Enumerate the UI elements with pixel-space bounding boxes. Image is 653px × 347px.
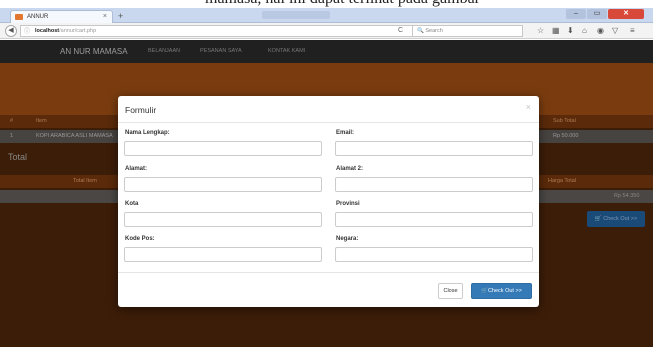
url-path: /annur/cart.php <box>59 28 97 34</box>
favicon-icon <box>15 14 23 20</box>
modal-header: Formulir × <box>118 96 539 123</box>
search-placeholder: Search <box>425 28 443 34</box>
sync-icon[interactable]: ◉ <box>597 23 604 39</box>
check-out-label: Check Out >> <box>487 288 522 294</box>
row-item: KOPI ARABICA ASLI MAMASA <box>36 133 113 139</box>
page-viewport: AN NUR MAMASA BELANJAAN PESANAN SAYA KON… <box>0 40 653 347</box>
download-icon[interactable]: ⬇ <box>567 23 574 39</box>
label-alamat: Alamat: <box>125 166 148 172</box>
grand-total-label: Harga Total <box>548 178 577 184</box>
email-input[interactable] <box>335 141 533 156</box>
nama-lengkap-input[interactable] <box>124 141 322 156</box>
info-icon: ⓘ <box>24 29 31 35</box>
new-tab-icon[interactable]: + <box>118 11 123 21</box>
screenshot-root: mamasa, hal ini dapat terlihat pada gamb… <box>0 0 653 347</box>
menu-icon[interactable]: ≡ <box>630 23 635 39</box>
search-input[interactable]: 🔍 Search <box>412 25 523 37</box>
nav-link-kontak[interactable]: KONTAK KAMI <box>268 48 305 54</box>
modal-footer: Close 🛒Check Out >> <box>118 272 539 307</box>
formulir-modal: Formulir × Nama Lengkap: Email: Alamat: … <box>118 96 539 307</box>
caption-strip: mamasa, hal ini dapat terlihat pada gamb… <box>0 0 653 8</box>
site-brand[interactable]: AN NUR MAMASA <box>60 47 128 56</box>
header-subtotal: Sub Total <box>553 118 576 124</box>
label-alamat-2: Alamat 2: <box>336 166 364 172</box>
window-close-button[interactable]: ✕ <box>608 9 644 19</box>
window-minimize-button[interactable]: – <box>566 9 586 19</box>
label-provinsi: Provinsi <box>336 201 360 207</box>
label-kode-pos: Kode Pos: <box>125 236 155 242</box>
tab-bar-highlight <box>262 11 330 19</box>
home-icon[interactable]: ⌂ <box>582 23 587 39</box>
page-checkout-label: Check Out >> <box>603 216 638 222</box>
close-button[interactable]: Close <box>438 283 463 299</box>
kode-pos-input[interactable] <box>124 247 322 262</box>
negara-input[interactable] <box>335 247 533 262</box>
provinsi-input[interactable] <box>335 212 533 227</box>
label-kota: Kota <box>125 201 139 207</box>
library-icon[interactable]: ▦ <box>552 23 560 39</box>
row-no: 1 <box>10 133 14 139</box>
pocket-icon[interactable]: ▽ <box>612 23 618 39</box>
address-bar[interactable]: ⓘ localhost/annur/cart.php <box>20 25 443 37</box>
reload-icon[interactable]: C <box>398 23 403 39</box>
site-navbar: AN NUR MAMASA BELANJAAN PESANAN SAYA KON… <box>0 40 653 63</box>
page-checkout-button[interactable]: 🛒 Check Out >> <box>587 211 645 227</box>
kota-input[interactable] <box>124 212 322 227</box>
total-heading: Total <box>8 152 28 162</box>
browser-tab[interactable]: ANNUR × <box>10 10 113 23</box>
tab-close-icon[interactable]: × <box>103 11 107 23</box>
grand-total-value: Rp 54.350 <box>614 193 640 199</box>
bookmark-star-icon[interactable]: ☆ <box>537 23 544 39</box>
caption-text: mamasa, hal ini dapat terlihat pada gamb… <box>205 0 480 8</box>
modal-close-icon[interactable]: × <box>526 102 531 112</box>
browser-tab-bar: ANNUR × + – ▭ ✕ <box>0 8 653 23</box>
nav-link-belanjaan[interactable]: BELANJAAN <box>148 48 180 54</box>
back-arrow-icon[interactable]: ◀ <box>5 25 17 37</box>
modal-title: Formulir <box>125 105 157 115</box>
alamat-2-input[interactable] <box>335 177 533 192</box>
window-maximize-button[interactable]: ▭ <box>587 9 607 19</box>
label-negara: Negara: <box>336 236 359 242</box>
tab-title: ANNUR <box>27 14 49 20</box>
url-host: localhost <box>35 28 60 34</box>
total-item-label: Total Item <box>73 178 97 184</box>
cart-icon: 🛒 <box>481 288 488 294</box>
label-email: Email: <box>336 130 355 136</box>
alamat-input[interactable] <box>124 177 322 192</box>
row-subtotal: Rp 50.000 <box>553 133 579 139</box>
label-nama-lengkap: Nama Lengkap: <box>125 130 170 136</box>
nav-link-pesanan[interactable]: PESANAN SAYA <box>200 48 242 54</box>
header-item: Item <box>36 118 47 124</box>
check-out-button[interactable]: 🛒Check Out >> <box>471 283 532 299</box>
header-no: # <box>10 118 14 124</box>
